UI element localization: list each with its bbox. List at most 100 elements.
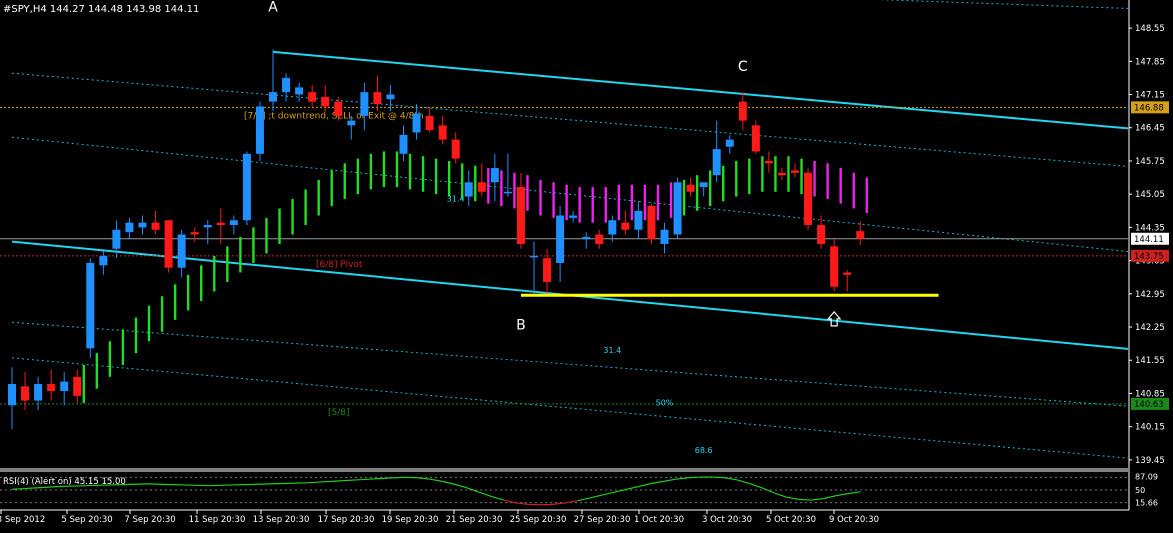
candle-body <box>608 220 616 234</box>
price-tick-label: 142.95 <box>1135 290 1165 300</box>
candle-body <box>752 125 760 151</box>
fib-label: 50% <box>656 398 674 407</box>
candle-body <box>34 384 42 401</box>
candle-body <box>191 232 199 234</box>
candle-body <box>530 256 538 258</box>
candle-body <box>791 170 799 172</box>
candle-body <box>634 211 642 230</box>
candle-body <box>543 258 551 282</box>
candle-body <box>386 95 394 100</box>
candle-body <box>517 187 525 244</box>
rsi-line-segment <box>713 477 725 478</box>
price-tick-label: 145.75 <box>1135 157 1165 167</box>
time-tick-label: 11 Sep 20:30 <box>189 515 246 525</box>
rsi-line-segment <box>369 478 381 479</box>
time-tick-label: 17 Sep 20:30 <box>318 515 375 525</box>
rsi-tick-label: 50 <box>1135 486 1145 495</box>
time-tick-label: 5 Sep 20:30 <box>61 515 112 525</box>
candle-body <box>165 220 173 267</box>
rsi-line-segment <box>332 481 344 482</box>
price-tick-label: 141.55 <box>1135 356 1165 366</box>
candle-body <box>478 182 486 191</box>
candle-body <box>360 92 368 116</box>
time-tick-label: 25 Sep 20:30 <box>510 515 567 525</box>
candle-body <box>178 235 186 268</box>
candle-body <box>830 246 838 286</box>
price-label-murrey_top: 146.88 <box>1134 103 1164 113</box>
time-tick-label: 13 Sep 20:30 <box>253 515 310 525</box>
time-tick-label: 3 Oct 20:30 <box>702 515 752 525</box>
candle-body <box>674 182 682 234</box>
candle-body <box>8 384 16 405</box>
fib-label: 31.4 <box>603 346 621 355</box>
candle-body <box>726 140 734 147</box>
time-tick-label: 21 Sep 20:30 <box>446 515 503 525</box>
candle-body <box>60 382 68 391</box>
rsi-line-segment <box>319 481 331 482</box>
candle-body <box>856 231 864 239</box>
rsi-line-segment <box>688 477 700 478</box>
candle-body <box>687 185 695 192</box>
candle-body <box>243 154 251 220</box>
candle-body <box>504 192 512 194</box>
candle-body <box>661 230 669 244</box>
candle-body <box>373 92 381 104</box>
price-tick-label: 148.55 <box>1135 24 1165 34</box>
level-label-murrey_top: [7/8] ;t downtrend, SELL or Exit @ 4/8th <box>244 111 424 121</box>
symbol-title: #SPY,H4 144.27 144.48 143.98 144.11 <box>3 4 199 15</box>
candle-body <box>595 235 603 244</box>
candle-body <box>778 173 786 175</box>
rsi-tick-label: 15.66 <box>1135 498 1158 507</box>
wave-label: C <box>738 59 748 75</box>
price-tick-label: 144.35 <box>1135 223 1165 233</box>
candle-body <box>282 78 290 92</box>
candle-body <box>739 102 747 121</box>
rsi-line-segment <box>799 499 811 500</box>
candle-body <box>73 377 81 396</box>
candle-body <box>804 173 812 225</box>
candle-body <box>621 223 629 230</box>
candle-body <box>295 87 303 94</box>
wave-label: A <box>268 0 278 15</box>
candle-body <box>556 216 564 263</box>
candle-body <box>230 220 238 225</box>
time-tick-label: 9 Oct 20:30 <box>829 515 879 525</box>
price-tick-label: 142.25 <box>1135 323 1165 333</box>
candle-body <box>491 168 499 182</box>
candle-body <box>256 106 264 153</box>
time-tick-label: 27 Sep 20:30 <box>574 515 631 525</box>
mt4-chart-window[interactable]: [7/8] ;t downtrend, SELL or Exit @ 4/8th… <box>0 0 1173 529</box>
price-tick-label: 145.05 <box>1135 190 1165 200</box>
price-chart-svg[interactable]: [7/8] ;t downtrend, SELL or Exit @ 4/8th… <box>0 0 1173 529</box>
level-label-pivot: [6/8] Pivot <box>316 260 363 270</box>
candle-body <box>321 97 329 106</box>
level-label-murrey_58: [5/8] <box>328 408 350 418</box>
rsi-line-segment <box>12 489 24 490</box>
candle-body <box>465 182 473 196</box>
fib-label: 31.4 <box>447 194 465 203</box>
time-tick-label: 19 Sep 20:30 <box>382 515 439 525</box>
candle-body <box>152 223 160 230</box>
candle-body <box>426 116 434 130</box>
time-tick-label: 3 Sep 2012 <box>0 515 45 525</box>
candle-body <box>400 135 408 154</box>
candle-body <box>334 102 342 116</box>
candle-body <box>269 92 277 101</box>
candle-body <box>713 149 721 175</box>
candle-body <box>47 384 55 391</box>
price-label-current: 144.11 <box>1134 235 1164 245</box>
candle-body <box>569 216 577 218</box>
time-tick-label: 1 Oct 20:30 <box>634 515 684 525</box>
candle-body <box>765 161 773 163</box>
time-tick-label: 5 Oct 20:30 <box>766 515 816 525</box>
rsi-line-segment <box>381 478 393 479</box>
price-label-murrey_58: 140.63 <box>1134 400 1164 410</box>
price-tick-label: 147.85 <box>1135 57 1165 67</box>
candle-body <box>647 206 655 239</box>
candle-body <box>817 225 825 244</box>
price-tick-label: 147.15 <box>1135 91 1165 101</box>
rsi-line-segment <box>37 487 49 488</box>
candle-body <box>99 256 107 265</box>
candle-body <box>308 92 316 101</box>
candle-body <box>139 223 147 228</box>
